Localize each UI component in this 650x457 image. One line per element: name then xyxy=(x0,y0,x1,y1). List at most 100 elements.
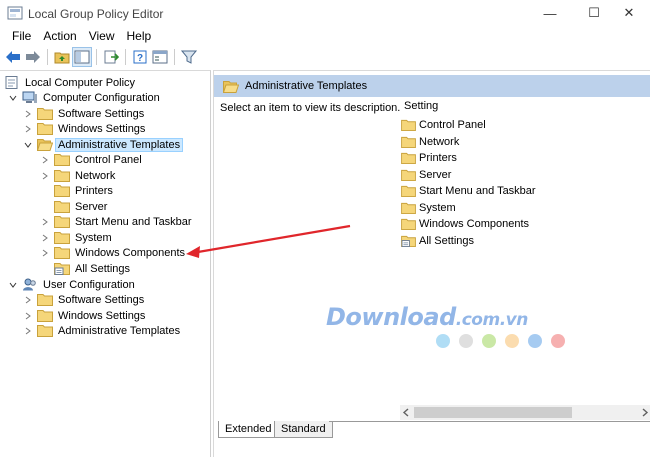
console-tree: Local Computer Policy Computer Configura… xyxy=(0,70,211,457)
forward-arrow-icon xyxy=(26,51,40,63)
list-item-system[interactable]: System xyxy=(401,200,456,215)
horizontal-scrollbar[interactable] xyxy=(400,405,650,420)
folder-icon xyxy=(54,154,70,166)
export-list-button[interactable] xyxy=(102,48,120,66)
tab-divider xyxy=(329,421,650,422)
tree-label: Printers xyxy=(75,184,113,197)
tree-item-windows-components[interactable]: Windows Components xyxy=(40,245,187,260)
tree-item-uc-software-settings[interactable]: Software Settings xyxy=(23,292,146,307)
folder-icon xyxy=(54,185,70,197)
tree-item-cc-windows-settings[interactable]: Windows Settings xyxy=(23,121,147,136)
chevron-down-icon[interactable] xyxy=(8,280,18,290)
list-item-network[interactable]: Network xyxy=(401,134,459,149)
details-pane: Administrative Templates Select an item … xyxy=(213,70,650,457)
tree-label: Computer Configuration xyxy=(43,91,160,104)
list-item-start-menu-and-taskbar[interactable]: Start Menu and Taskbar xyxy=(401,183,536,198)
chevron-right-icon[interactable] xyxy=(40,171,50,181)
tree-item-network[interactable]: Network xyxy=(40,168,117,183)
list-item-windows-components[interactable]: Windows Components xyxy=(401,216,529,231)
help-button[interactable]: ? xyxy=(131,48,149,66)
folder-up-icon xyxy=(54,52,70,64)
back-button[interactable] xyxy=(4,48,22,66)
folder-icon xyxy=(37,108,53,120)
tree-item-server[interactable]: Server xyxy=(54,199,109,214)
menu-bar: File Action View Help xyxy=(0,26,650,46)
list-item-label: All Settings xyxy=(419,234,475,247)
chevron-right-icon[interactable] xyxy=(23,109,33,119)
filter-icon xyxy=(181,50,197,64)
toolbar-separator xyxy=(125,49,126,65)
watermark-dot xyxy=(436,334,450,348)
tree-label: Software Settings xyxy=(58,293,145,306)
help-icon: ? xyxy=(133,50,147,64)
tree-item-printers[interactable]: Printers xyxy=(54,183,115,198)
policy-document-icon xyxy=(5,76,18,89)
tree-label: Network xyxy=(75,169,116,182)
menu-help[interactable]: Help xyxy=(121,29,158,43)
list-item-control-panel[interactable]: Control Panel xyxy=(401,117,486,132)
tree-label: All Settings xyxy=(75,262,131,275)
list-item-server[interactable]: Server xyxy=(401,167,451,182)
tab-extended[interactable]: Extended xyxy=(218,421,279,438)
title-bar: Local Group Policy Editor — ☐ ✕ xyxy=(0,0,650,26)
properties-button[interactable] xyxy=(151,48,169,66)
chevron-right-icon[interactable] xyxy=(40,155,50,165)
minimize-button[interactable]: — xyxy=(527,0,573,26)
folder-icon xyxy=(54,170,70,182)
tree-item-uc-administrative-templates[interactable]: Administrative Templates xyxy=(23,323,182,338)
chevron-right-icon[interactable] xyxy=(40,233,50,243)
menu-view[interactable]: View xyxy=(83,29,121,43)
toolbar: ? xyxy=(0,46,650,68)
folder-icon xyxy=(54,232,70,244)
setting-column-header[interactable]: Setting xyxy=(404,100,438,112)
chevron-right-icon[interactable] xyxy=(23,311,33,321)
tree-item-uc-windows-settings[interactable]: Windows Settings xyxy=(23,308,147,323)
users-icon xyxy=(23,278,36,291)
chevron-right-icon[interactable] xyxy=(23,295,33,305)
chevron-right-icon[interactable] xyxy=(40,217,50,227)
tree-label: Windows Settings xyxy=(58,122,146,135)
close-button[interactable]: ✕ xyxy=(606,0,650,26)
list-item-printers[interactable]: Printers xyxy=(401,150,457,165)
menu-file[interactable]: File xyxy=(6,29,37,43)
list-item-label: Start Menu and Taskbar xyxy=(419,184,536,197)
tree-item-system[interactable]: System xyxy=(40,230,114,245)
folder-icon xyxy=(54,247,70,259)
tree-label: Server xyxy=(75,200,108,213)
filter-button[interactable] xyxy=(180,48,198,66)
tree-item-start-menu-and-taskbar[interactable]: Start Menu and Taskbar xyxy=(40,214,194,229)
folder-icon xyxy=(401,218,416,230)
tree-item-local-computer-policy[interactable]: Local Computer Policy xyxy=(4,75,137,90)
list-item-label: Network xyxy=(419,135,460,148)
tree-item-all-settings[interactable]: All Settings xyxy=(54,261,132,276)
tree-item-user-configuration[interactable]: User Configuration xyxy=(8,277,137,292)
chevron-right-icon[interactable] xyxy=(23,326,33,336)
tree-item-computer-configuration[interactable]: Computer Configuration xyxy=(8,90,162,105)
chevron-down-icon[interactable] xyxy=(23,140,33,150)
show-hide-tree-button[interactable] xyxy=(72,47,92,67)
chevron-right-icon[interactable] xyxy=(23,124,33,134)
up-one-level-button[interactable] xyxy=(53,48,71,66)
chevron-right-icon[interactable] xyxy=(40,248,50,258)
tree-label: Start Menu and Taskbar xyxy=(75,215,192,228)
tree-item-cc-administrative-templates[interactable]: Administrative Templates xyxy=(23,137,184,152)
tab-standard[interactable]: Standard xyxy=(274,421,333,438)
folder-icon xyxy=(37,325,53,337)
menu-action[interactable]: Action xyxy=(37,29,82,43)
tree-item-control-panel[interactable]: Control Panel xyxy=(40,152,144,167)
forward-button[interactable] xyxy=(24,48,42,66)
list-item-all-settings[interactable]: All Settings xyxy=(401,233,474,248)
folder-icon xyxy=(401,136,416,148)
tree-label: System xyxy=(75,231,112,244)
scroll-left-icon[interactable] xyxy=(402,408,410,417)
tree-label: Local Computer Policy xyxy=(25,76,136,89)
tree-item-cc-software-settings[interactable]: Software Settings xyxy=(23,106,146,121)
chevron-down-icon[interactable] xyxy=(8,93,18,103)
toolbar-separator xyxy=(174,49,175,65)
watermark-dots xyxy=(436,334,565,348)
scrollbar-thumb[interactable] xyxy=(414,407,572,418)
group-policy-app-icon xyxy=(7,6,23,20)
folder-icon xyxy=(54,201,70,213)
scroll-right-icon[interactable] xyxy=(641,408,649,417)
folder-icon xyxy=(401,119,416,131)
